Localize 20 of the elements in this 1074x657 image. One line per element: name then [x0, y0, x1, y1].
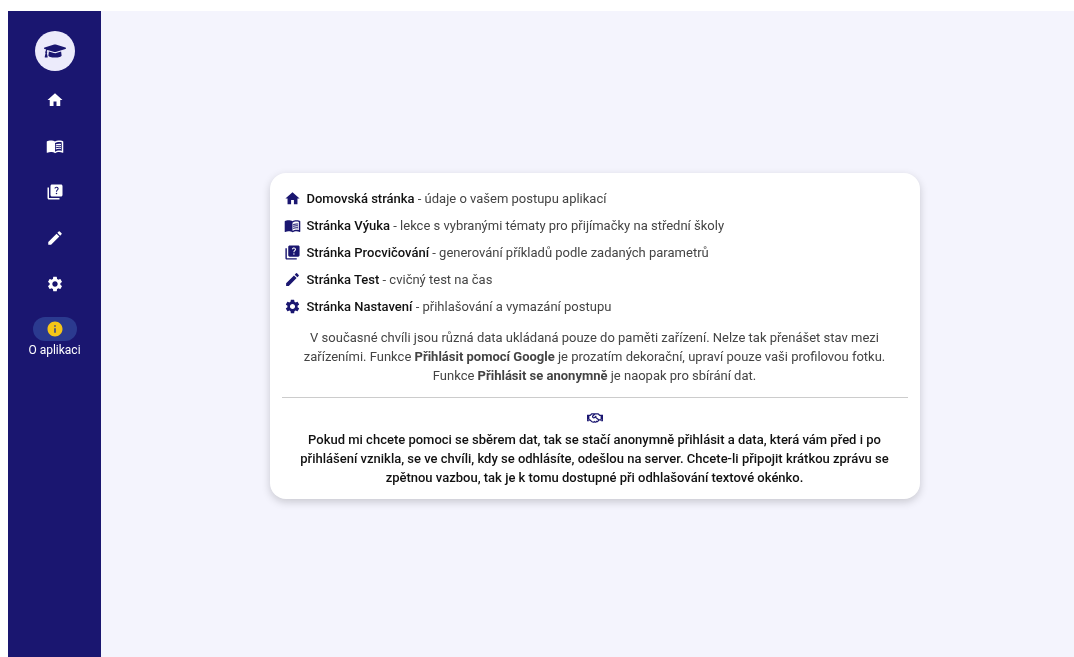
pencil-icon: [283, 271, 301, 288]
handshake-icon: [586, 410, 603, 426]
home-icon: [283, 190, 301, 207]
feature-text: Stránka Nastavení - přihlašování a vymazání postupu: [306, 297, 612, 316]
info-icon: [45, 320, 64, 338]
settings-icon: [283, 298, 301, 315]
home-icon: [45, 91, 64, 109]
book-icon: [45, 137, 64, 155]
feature-text: Stránka Test - cvičný test na čas: [306, 270, 493, 289]
pencil-icon: [45, 229, 64, 247]
note-text: V současné chvíli jsou různá data ukládaná pouze do paměti zařízení. Nelze tak přenášet stav mezi zařízeními. Funkce Přihlásit pomocí Google je prozatím dekorační, upraví pouze vaši profilovou fotku. Funkce Přihlásit se anonymně je naopak pro sbírání dat.: [302, 329, 887, 385]
book-icon: [283, 217, 301, 234]
question-cards-icon: [45, 183, 64, 201]
appeal-text: Pokud mi chcete pomoci se sběrem dat, tak se stačí anonymně přihlásit a data, která vám před i po přihlášení vznikla, se ve chvíli, kdy se odhlásíte, odešlou na server. Chcete-li připojit krátkou zprávu se zpětnou vazbou, tak je k tomu dostupné při odhlašování textové okénko.: [299, 431, 890, 487]
nav-item[interactable]: O aplikaci: [8, 311, 101, 357]
feature-text: Domovská stránka - údaje o vašem postupu aplikací: [306, 189, 607, 208]
feature-text: Stránka Procvičování - generování příkladů podle zadaných parametrů: [306, 243, 709, 262]
question-cards-icon: [283, 244, 301, 261]
settings-icon: [45, 275, 64, 293]
feature-text: Stránka Výuka - lekce s vybranými tématy pro přijímačky na střední školy: [306, 216, 725, 235]
